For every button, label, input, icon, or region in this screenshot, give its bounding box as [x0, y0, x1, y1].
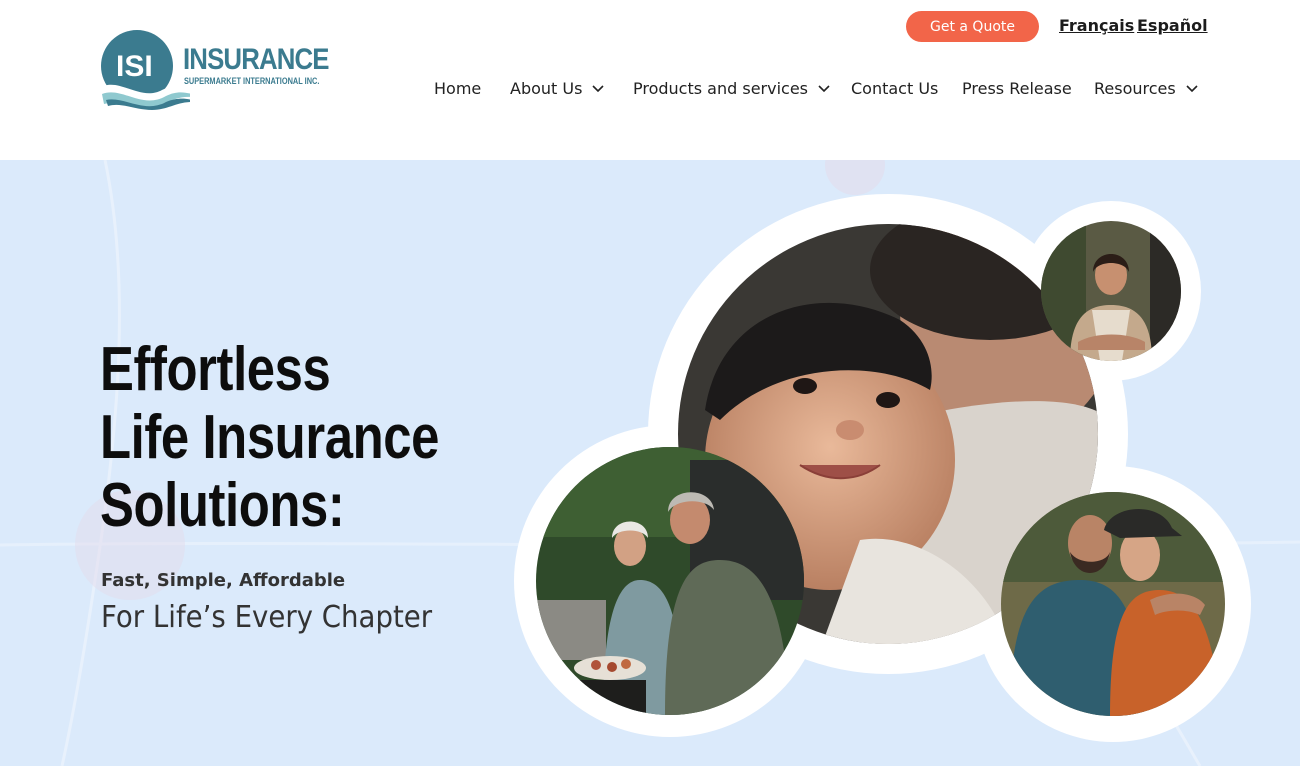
chevron-down-icon — [818, 85, 830, 93]
nav-products-and-services[interactable]: Products and services — [633, 77, 831, 99]
nav-label: Products and services — [633, 78, 809, 98]
isi-insurance-logo[interactable]: ISI INSURANCE SUPERMARKET INTERNATIONAL … — [100, 30, 330, 110]
hero-section: Effortless Life Insurance Solutions: Fas… — [0, 160, 1300, 766]
svg-text:ISI: ISI — [116, 50, 153, 83]
get-a-quote-button[interactable]: Get a Quote — [906, 11, 1039, 42]
chevron-down-icon — [592, 85, 605, 93]
language-french-link[interactable]: Français — [1059, 16, 1134, 35]
site-header: ISI INSURANCE SUPERMARKET INTERNATIONAL … — [0, 0, 1300, 160]
nav-about-us[interactable]: About Us — [510, 77, 605, 99]
nav-label: Home — [434, 78, 482, 98]
nav-resources[interactable]: Resources — [1094, 77, 1199, 99]
woman-in-apron-photo — [1041, 221, 1181, 361]
logo-mark-icon: ISI — [100, 30, 190, 110]
nav-label: Resources — [1094, 78, 1176, 98]
nav-label: About Us — [510, 78, 583, 98]
logo-tagline: SUPERMARKET INTERNATIONAL INC. — [184, 76, 320, 86]
language-spanish-link[interactable]: Español — [1137, 16, 1208, 35]
nav-label: Contact Us — [851, 78, 939, 98]
nav-label: Press Release — [962, 78, 1072, 98]
nav-contact-us[interactable]: Contact Us — [851, 77, 938, 99]
logo-name: INSURANCE — [183, 43, 330, 76]
nav-home[interactable]: Home — [434, 77, 481, 99]
chevron-down-icon — [1186, 85, 1198, 93]
father-and-son-photo — [1001, 492, 1225, 716]
hero-photo-collage — [514, 194, 1251, 742]
nav-press-release[interactable]: Press Release — [962, 77, 1072, 99]
